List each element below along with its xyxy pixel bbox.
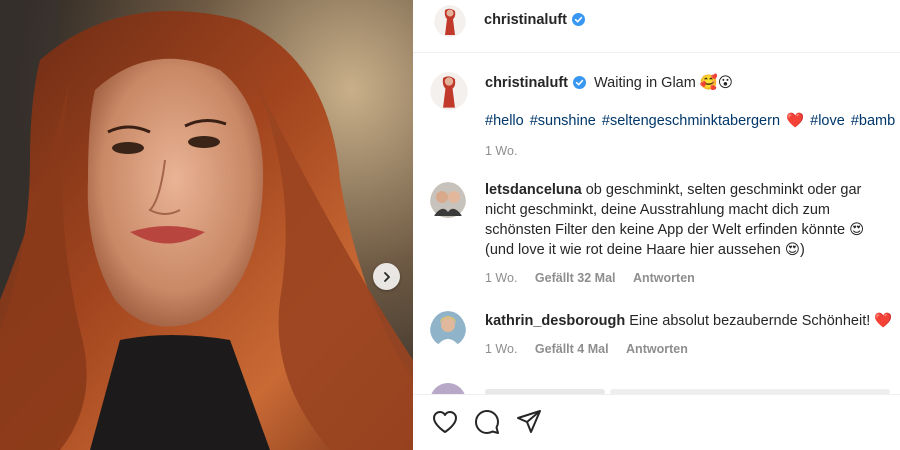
comment-author[interactable]: kathrin_desborough — [485, 313, 625, 329]
hashtag-love[interactable]: #love — [810, 113, 845, 129]
comment-likes[interactable]: Gefällt 32 Mal — [535, 271, 616, 285]
comment-reply-button[interactable]: Antworten — [633, 271, 695, 285]
share-button[interactable] — [515, 408, 543, 436]
verified-badge-icon — [571, 13, 585, 26]
comment-time[interactable]: 1 Wo. — [485, 271, 517, 285]
comment-likes[interactable]: Gefällt 4 Mal — [535, 342, 609, 356]
comment-icon — [475, 410, 499, 434]
post-photo — [0, 0, 413, 450]
actions-divider — [413, 394, 900, 395]
verified-badge-icon — [572, 76, 586, 89]
post-actions — [431, 408, 543, 436]
comment-reply-button[interactable]: Antworten — [626, 342, 688, 356]
comment-meta: 1 Wo. Gefällt 32 Mal Antworten — [485, 268, 895, 288]
comment-time[interactable]: 1 Wo. — [485, 342, 517, 356]
next-image-button[interactable] — [373, 263, 400, 290]
hashtag-sunshine[interactable]: #sunshine — [530, 113, 596, 129]
caption-author[interactable]: christinaluft — [485, 75, 568, 91]
comment-text: Eine absolut bezaubernde Schönheit! ❤️ — [629, 313, 893, 329]
header-divider — [413, 52, 900, 53]
caption-time[interactable]: 1 Wo. — [485, 144, 517, 158]
caption-meta: 1 Wo. — [485, 141, 895, 161]
hashtag-bamb[interactable]: #bamb — [851, 113, 895, 129]
like-button[interactable] — [431, 408, 459, 436]
chevron-right-icon — [383, 271, 390, 282]
caption-author-avatar[interactable] — [430, 72, 468, 115]
author-avatar[interactable] — [434, 5, 466, 42]
comment-author-avatar[interactable] — [430, 182, 466, 223]
comment-author-avatar[interactable] — [430, 311, 466, 352]
post-side-panel: christinaluft christinaluft Waiting in G… — [413, 0, 900, 450]
author-username-link[interactable]: christinaluft — [484, 12, 585, 28]
caption-text: Waiting in Glam — [594, 75, 696, 91]
comment-meta: 1 Wo. Gefällt 4 Mal Antworten — [485, 339, 895, 359]
comment-author[interactable]: letsdanceluna — [485, 182, 582, 198]
caption-hashtags: #hello #sunshine #seltengeschminktaberge… — [485, 111, 895, 131]
author-username[interactable]: christinaluft — [484, 12, 567, 28]
caption-emojis: 🥰😮 — [699, 75, 734, 91]
comment-content: letsdanceluna ob geschminkt, selten gesc… — [485, 180, 895, 288]
heart-emoji: ❤️ — [786, 113, 805, 129]
comment-content: kathrin_desborough Eine absolut bezauber… — [485, 311, 895, 359]
hashtag-hello[interactable]: #hello — [485, 113, 524, 129]
caption-content: christinaluft Waiting in Glam 🥰😮 #hello … — [485, 73, 895, 161]
post-header: christinaluft — [413, 0, 900, 44]
portrait-image — [0, 0, 413, 450]
next-comment-preview — [430, 382, 900, 394]
comment-button[interactable] — [473, 408, 501, 436]
share-icon — [517, 410, 541, 433]
hashtag-seltengeschminktabergern[interactable]: #seltengeschminktabergern — [602, 113, 780, 129]
heart-icon — [433, 411, 457, 433]
